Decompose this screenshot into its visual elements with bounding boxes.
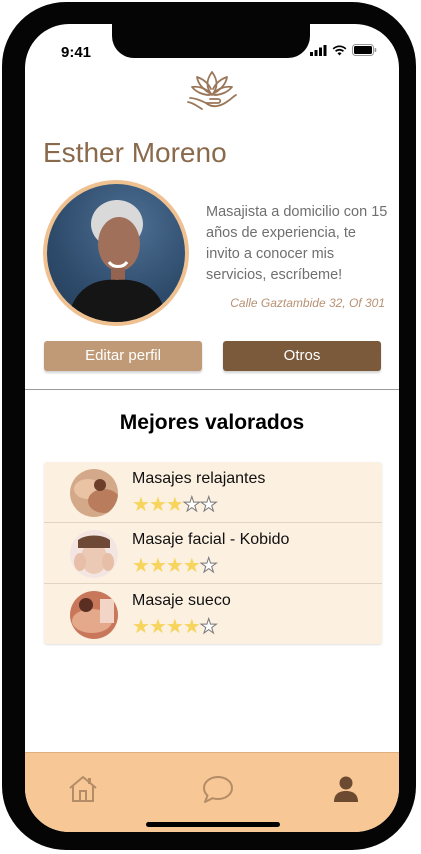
tab-home[interactable] xyxy=(65,771,101,807)
star-rating: ★★★★★ xyxy=(132,614,218,639)
home-indicator xyxy=(146,822,280,827)
star-filled-icon: ★ xyxy=(132,616,150,638)
status-time: 9:41 xyxy=(61,44,92,61)
star-empty-icon: ★ xyxy=(199,494,218,517)
status-icons xyxy=(310,44,377,56)
service-name: Masajes relajantes xyxy=(132,470,266,487)
phone-frame: 9:41 Esther Moreno Masajista a domicilio… xyxy=(2,2,416,850)
service-thumbnail xyxy=(70,591,118,639)
star-rating: ★★★★★ xyxy=(132,492,218,517)
top-rated-list: Masajes relajantes ★★★★★ Masaje facial -… xyxy=(44,462,382,644)
bottom-tab-bar xyxy=(25,752,399,832)
list-item[interactable]: Masaje sueco ★★★★★ xyxy=(44,584,382,644)
profile-avatar[interactable] xyxy=(43,180,189,326)
profile-address: Calle Gaztambide 32, Of 301 xyxy=(230,296,385,310)
star-filled-icon: ★ xyxy=(165,494,184,516)
star-filled-icon: ★ xyxy=(165,555,184,577)
device-notch xyxy=(112,24,310,58)
service-name: Masaje sueco xyxy=(132,592,231,609)
tab-profile[interactable] xyxy=(328,771,364,807)
star-filled-icon: ★ xyxy=(132,555,150,577)
edit-profile-button[interactable]: Editar perfil xyxy=(44,341,202,371)
star-filled-icon: ★ xyxy=(182,616,201,638)
home-icon xyxy=(69,776,97,802)
profile-bio: Masajista a domicilio con 15 años de exp… xyxy=(206,204,388,283)
profile-icon xyxy=(334,776,358,802)
signal-icon xyxy=(310,44,327,56)
star-filled-icon: ★ xyxy=(165,616,184,638)
star-filled-icon: ★ xyxy=(148,555,167,577)
star-empty-icon: ★ xyxy=(199,555,218,578)
profile-name: Esther Moreno xyxy=(43,137,227,168)
divider xyxy=(25,389,399,390)
others-button[interactable]: Otros xyxy=(223,341,381,371)
wifi-icon xyxy=(332,44,347,55)
star-empty-icon: ★ xyxy=(199,616,218,639)
service-thumbnail xyxy=(70,530,118,578)
lotus-hand-logo-icon xyxy=(187,71,237,110)
star-filled-icon: ★ xyxy=(148,494,167,516)
app-screen: 9:41 Esther Moreno Masajista a domicilio… xyxy=(25,24,399,832)
battery-icon xyxy=(352,44,377,56)
avatar-photo xyxy=(47,184,185,322)
star-empty-icon: ★ xyxy=(182,494,201,517)
star-rating: ★★★★★ xyxy=(132,553,218,578)
list-item[interactable]: Masaje facial - Kobido ★★★★★ xyxy=(44,523,382,584)
star-filled-icon: ★ xyxy=(182,555,201,577)
top-rated-title: Mejores valorados xyxy=(119,411,305,434)
tab-chat[interactable] xyxy=(200,771,236,807)
service-name: Masaje facial - Kobido xyxy=(132,531,290,548)
star-filled-icon: ★ xyxy=(148,616,167,638)
chat-icon xyxy=(203,776,233,803)
list-item[interactable]: Masajes relajantes ★★★★★ xyxy=(44,462,382,523)
star-filled-icon: ★ xyxy=(132,494,150,516)
service-thumbnail xyxy=(70,469,118,517)
